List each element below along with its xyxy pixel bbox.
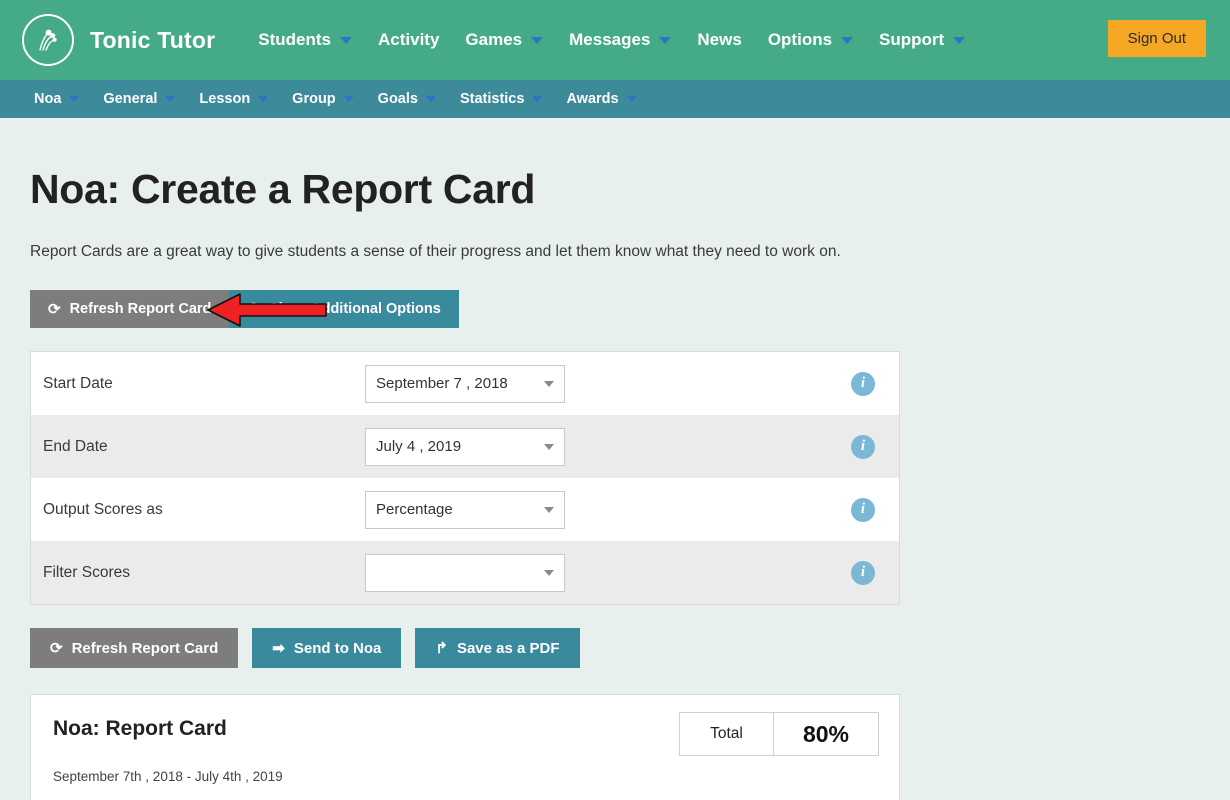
total-label: Total bbox=[680, 713, 774, 755]
subnav-label: Lesson bbox=[199, 91, 251, 107]
chevron-down-icon bbox=[953, 36, 966, 44]
bottom-action-bar: ⟳ Refresh Report Card ➡ Send to Noa ↱ Sa… bbox=[30, 628, 1200, 668]
show-additional-options-button[interactable]: ✚ Show Additional Options bbox=[229, 290, 459, 328]
plus-icon: ✚ bbox=[247, 300, 260, 318]
report-card-date-range: September 7th , 2018 - July 4th , 2019 bbox=[53, 769, 283, 784]
subnav-item-awards[interactable]: Awards bbox=[554, 91, 648, 107]
nav-label: Support bbox=[879, 30, 945, 49]
chevron-down-icon bbox=[841, 36, 854, 44]
export-icon: ↱ bbox=[435, 639, 448, 657]
subnav-label: Awards bbox=[566, 91, 619, 107]
subnav-label: Goals bbox=[377, 91, 418, 107]
nav-label: Students bbox=[258, 30, 331, 49]
top-action-bar: ⟳ Refresh Report Card ✚ Show Additional … bbox=[30, 290, 1200, 328]
field-label: Filter Scores bbox=[43, 563, 130, 581]
nav-label: Games bbox=[465, 30, 523, 49]
nav-label: Options bbox=[767, 30, 833, 49]
chevron-down-icon bbox=[343, 96, 354, 102]
info-icon[interactable]: i bbox=[851, 560, 875, 585]
end-date-select[interactable]: July 4 , 2019 bbox=[365, 427, 565, 466]
refresh-report-card-button-top[interactable]: ⟳ Refresh Report Card bbox=[30, 290, 230, 328]
chevron-down-icon bbox=[165, 96, 176, 102]
field-label: Start Date bbox=[43, 374, 113, 392]
nav-label: News bbox=[697, 30, 742, 49]
form-row-start-date: Start Date September 7 , 2018 i bbox=[31, 352, 899, 415]
nav-item-students[interactable]: Students bbox=[245, 30, 365, 50]
selected-value: Percentage bbox=[376, 501, 453, 518]
nav-item-support[interactable]: Support bbox=[866, 30, 978, 50]
selected-value: July 4 , 2019 bbox=[376, 438, 462, 455]
refresh-icon: ⟳ bbox=[48, 300, 61, 318]
subnav-label: Noa bbox=[34, 91, 62, 107]
button-label: Show Additional Options bbox=[268, 301, 441, 317]
chevron-down-icon bbox=[659, 36, 672, 44]
info-icon[interactable]: i bbox=[851, 434, 875, 459]
subnav-item-group[interactable]: Group bbox=[280, 91, 366, 107]
chevron-down-icon bbox=[69, 96, 80, 102]
sign-out-button[interactable]: Sign Out bbox=[1107, 20, 1206, 57]
nav-label: Messages bbox=[569, 30, 651, 49]
report-card-preview: Noa: Report Card Total 80% September 7th… bbox=[30, 694, 900, 800]
chevron-down-icon bbox=[544, 443, 554, 450]
button-label: Refresh Report Card bbox=[69, 301, 212, 317]
subnav-label: Group bbox=[292, 91, 336, 107]
save-as-pdf-button[interactable]: ↱ Save as a PDF bbox=[415, 628, 580, 668]
refresh-icon: ⟳ bbox=[50, 639, 63, 657]
chevron-down-icon bbox=[340, 36, 352, 44]
nav-item-activity[interactable]: Activity bbox=[365, 30, 452, 50]
brand-title[interactable]: Tonic Tutor bbox=[90, 27, 215, 54]
page-title: Noa: Create a Report Card bbox=[30, 166, 536, 212]
button-label: Save as a PDF bbox=[456, 639, 560, 657]
form-row-end-date: End Date July 4 , 2019 i bbox=[31, 415, 899, 478]
info-icon[interactable]: i bbox=[851, 497, 875, 522]
output-scores-select[interactable]: Percentage bbox=[365, 490, 565, 529]
nav-label: Activity bbox=[378, 30, 440, 49]
field-label: End Date bbox=[43, 437, 108, 455]
arrow-right-icon: ➡ bbox=[272, 639, 285, 657]
subnav-label: General bbox=[103, 91, 158, 107]
chevron-down-icon bbox=[544, 506, 554, 513]
chevron-down-icon bbox=[258, 96, 269, 102]
secondary-navigation: Noa General Lesson Group Goals Statistic… bbox=[0, 80, 1230, 118]
subnav-label: Statistics bbox=[459, 91, 525, 107]
subnav-item-lesson[interactable]: Lesson bbox=[187, 91, 280, 107]
total-value: 80% bbox=[802, 720, 850, 747]
tonic-tutor-notes-logo-icon[interactable] bbox=[22, 14, 74, 66]
chevron-down-icon bbox=[425, 96, 436, 102]
nav-item-options[interactable]: Options bbox=[755, 30, 866, 50]
filter-scores-select[interactable] bbox=[365, 553, 565, 592]
info-icon[interactable]: i bbox=[851, 371, 875, 396]
field-label: Output Scores as bbox=[43, 500, 163, 518]
report-options-form: Start Date September 7 , 2018 i End Date… bbox=[30, 351, 900, 605]
refresh-report-card-button-bottom[interactable]: ⟳ Refresh Report Card bbox=[30, 628, 239, 668]
button-label: Refresh Report Card bbox=[71, 639, 219, 657]
form-row-filter-scores: Filter Scores i bbox=[31, 541, 899, 604]
nav-item-games[interactable]: Games bbox=[452, 30, 556, 50]
form-row-output-scores: Output Scores as Percentage i bbox=[31, 478, 899, 541]
button-label: Send to Noa bbox=[293, 639, 382, 657]
chevron-down-icon bbox=[626, 96, 637, 102]
selected-value: September 7 , 2018 bbox=[376, 375, 508, 392]
send-to-noa-button[interactable]: ➡ Send to Noa bbox=[252, 628, 402, 668]
chevron-down-icon bbox=[531, 36, 544, 44]
nav-item-messages[interactable]: Messages bbox=[556, 30, 684, 50]
chevron-down-icon bbox=[544, 569, 554, 576]
main-navigation: Students Activity Games Messages News Op… bbox=[245, 30, 978, 50]
page-content: Noa: Create a Report Card Report Cards a… bbox=[0, 166, 1230, 800]
page-description: Report Cards are a great way to give stu… bbox=[30, 243, 841, 260]
total-score-box: Total 80% bbox=[679, 712, 879, 756]
nav-item-news[interactable]: News bbox=[684, 30, 754, 50]
chevron-down-icon bbox=[532, 96, 543, 102]
subnav-item-statistics[interactable]: Statistics bbox=[448, 91, 554, 107]
subnav-item-goals[interactable]: Goals bbox=[366, 91, 448, 107]
chevron-down-icon bbox=[544, 380, 554, 387]
subnav-item-general[interactable]: General bbox=[91, 91, 187, 107]
start-date-select[interactable]: September 7 , 2018 bbox=[365, 364, 565, 403]
app-header: Tonic Tutor Students Activity Games Mess… bbox=[0, 0, 1230, 80]
subnav-item-noa[interactable]: Noa bbox=[22, 91, 91, 107]
